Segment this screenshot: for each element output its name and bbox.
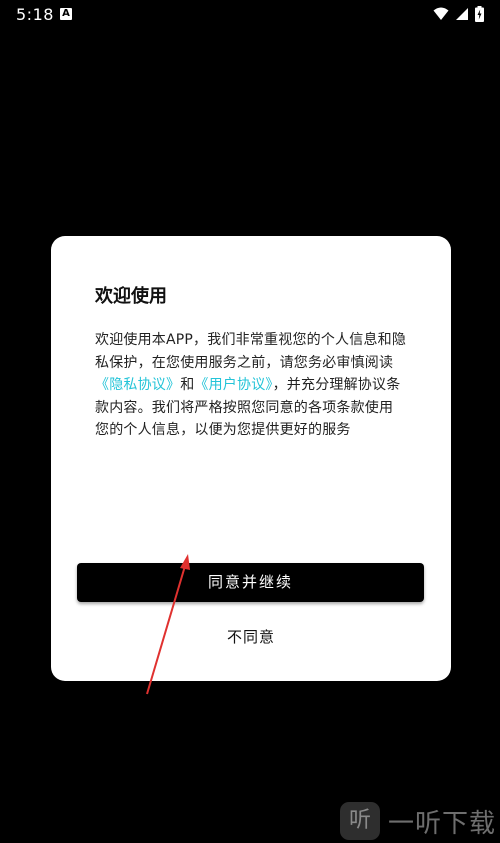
status-bar: 5:18 A: [0, 0, 500, 30]
watermark-logo-icon: 听: [340, 802, 380, 840]
watermark-text: 一听下载: [388, 808, 497, 839]
cellular-signal-icon: [456, 8, 468, 20]
body-text-part1: 欢迎使用本APP，我们非常重视您的个人信息和隐私保护，在您使用服务之前，请您务必…: [95, 332, 407, 371]
notification-a-icon: A: [60, 8, 72, 20]
privacy-agreement-link[interactable]: 《隐私协议》: [95, 377, 180, 393]
battery-charging-icon: [475, 6, 484, 22]
disagree-button[interactable]: 不同意: [51, 626, 451, 647]
dialog-body: 欢迎使用本APP，我们非常重视您的个人信息和隐私保护，在您使用服务之前，请您务必…: [95, 329, 407, 442]
status-time: 5:18: [16, 5, 54, 24]
wifi-icon: [433, 7, 449, 20]
body-text-part2: 和: [180, 377, 195, 393]
agree-and-continue-button[interactable]: 同意并继续: [77, 563, 424, 602]
watermark: 听 一听下载: [340, 802, 496, 840]
privacy-consent-dialog: 欢迎使用 欢迎使用本APP，我们非常重视您的个人信息和隐私保护，在您使用服务之前…: [51, 236, 451, 681]
user-agreement-link[interactable]: 《用户协议》: [194, 377, 272, 393]
status-icons: [433, 6, 484, 22]
dialog-title: 欢迎使用: [95, 286, 167, 307]
